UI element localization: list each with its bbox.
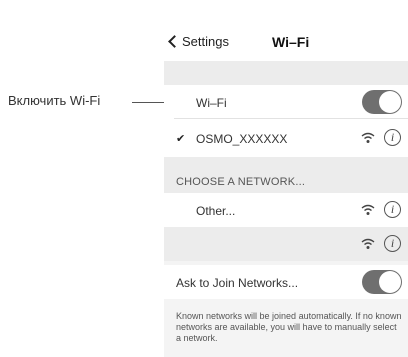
network-row-other[interactable]: Other... i [164, 193, 408, 227]
ask-to-join-label: Ask to Join Networks... [176, 276, 299, 290]
wifi-icon [361, 238, 375, 249]
info-icon[interactable]: i [384, 129, 401, 146]
ask-to-join-row: Ask to Join Networks... [164, 265, 408, 299]
wifi-toggle-switch[interactable] [362, 90, 402, 114]
network-name: OSMO_XXXXXX [196, 132, 288, 146]
ask-to-join-toggle[interactable] [362, 270, 402, 294]
info-icon[interactable]: i [384, 235, 401, 252]
callout-label: Включить Wi-Fi [8, 93, 101, 108]
section-header-band: CHOOSE A NETWORK... [164, 157, 408, 193]
wifi-icon [361, 132, 375, 143]
navigation-bar: Settings Wi–Fi [164, 22, 408, 61]
choose-network-header: CHOOSE A NETWORK... [176, 176, 306, 188]
chevron-left-icon [168, 35, 181, 48]
toggle-knob [379, 271, 401, 293]
wifi-toggle-row: Wi–Fi [164, 85, 408, 119]
network-row-unnamed: i [164, 227, 408, 261]
back-button[interactable]: Settings [168, 34, 229, 49]
footer-description: Known networks will be joined automatica… [176, 311, 402, 343]
info-icon[interactable]: i [384, 201, 401, 218]
network-row-connected[interactable]: ✔ OSMO_XXXXXX i [164, 119, 408, 157]
other-network-label: Other... [196, 204, 236, 218]
section-spacer [164, 61, 408, 85]
checkmark-icon: ✔ [176, 133, 186, 145]
phone-screen: Settings Wi–Fi Wi–Fi ✔ OSMO_XXXXXX i CHO… [164, 22, 408, 357]
back-label: Settings [182, 34, 229, 49]
toggle-knob [379, 91, 401, 113]
wifi-toggle-label: Wi–Fi [196, 96, 227, 110]
page-title: Wi–Fi [272, 34, 310, 50]
wifi-icon [361, 204, 375, 215]
